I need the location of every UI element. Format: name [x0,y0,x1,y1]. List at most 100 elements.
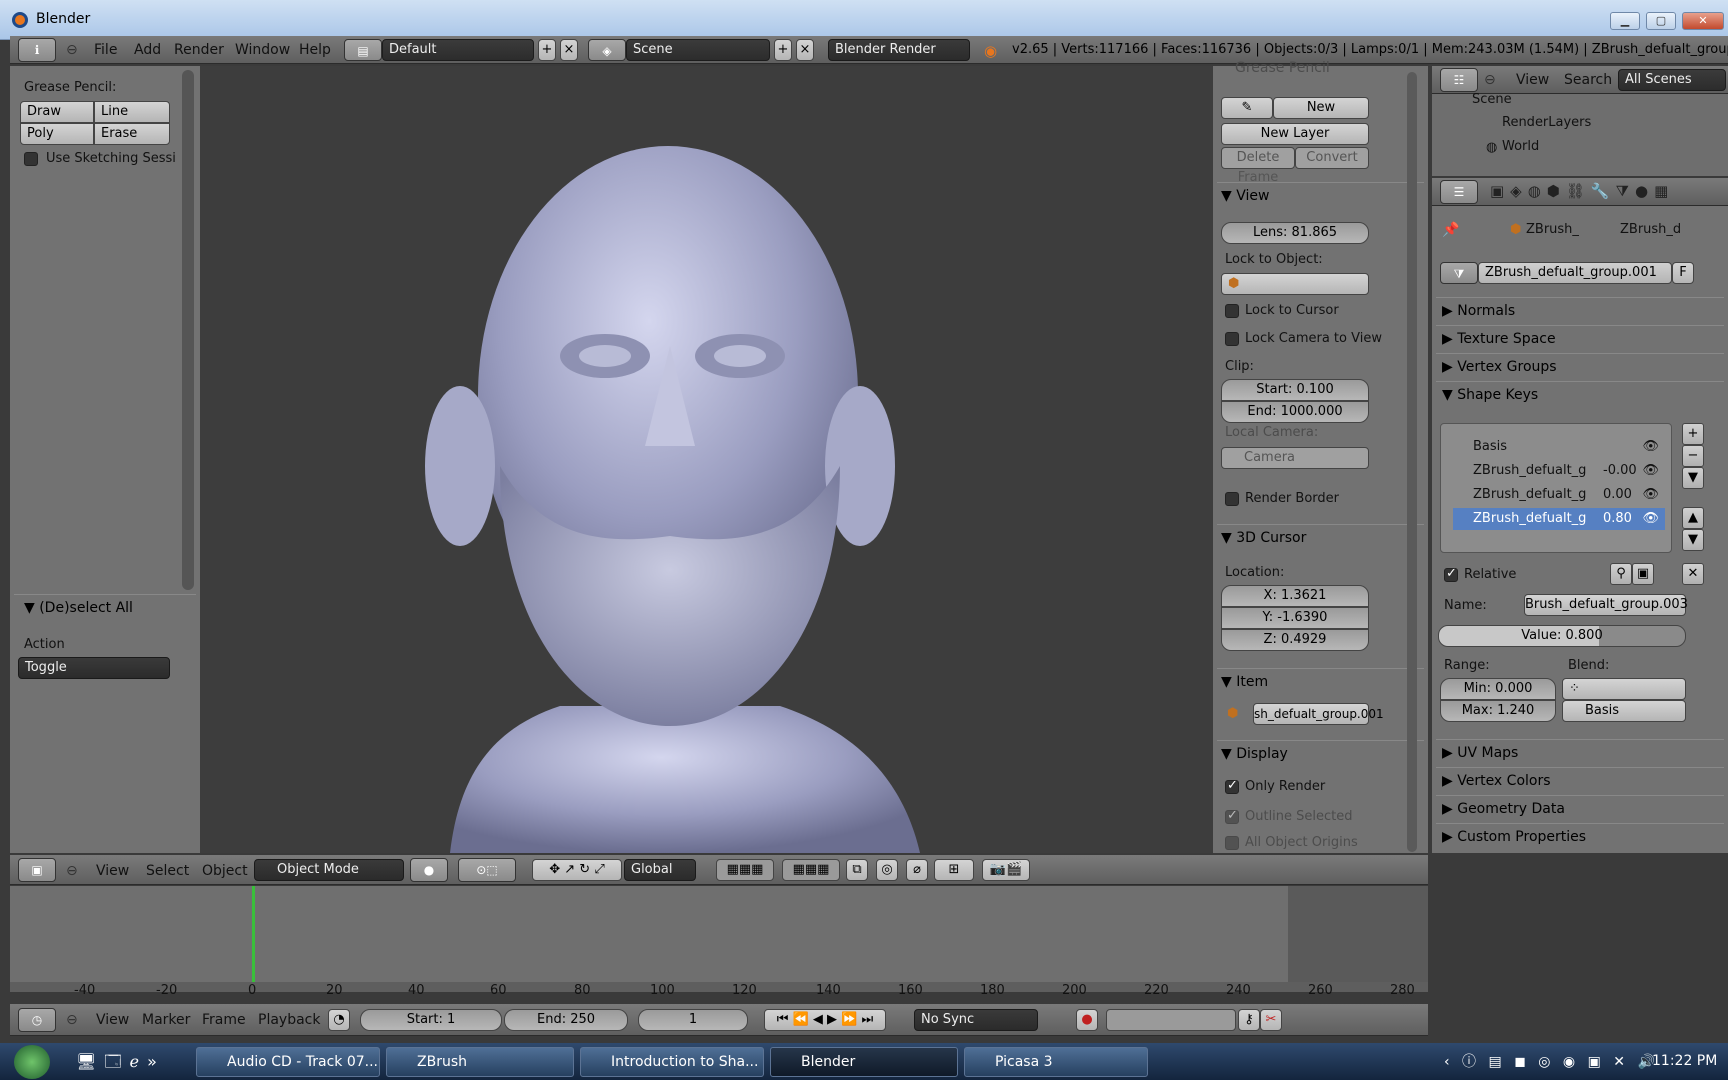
timeline-frame-menu[interactable]: Frame [202,1006,246,1034]
camera-field[interactable]: Camera [1221,447,1369,469]
breadcrumb-mesh[interactable]: ZBrush_d [1620,222,1681,237]
sketching-checkbox[interactable] [24,152,38,166]
clear-weights-icon[interactable]: ✕ [1682,563,1704,585]
current-frame-field[interactable]: 1 [638,1009,748,1031]
outline-selected-checkbox[interactable] [1225,808,1239,824]
normals-panel-header[interactable]: ▶ Normals [1436,297,1724,323]
move-up-icon[interactable]: ▲ [1682,507,1704,529]
shape-key-row[interactable]: ZBrush_defualt_g 0.00 👁 [1453,484,1665,506]
custom-properties-panel-header[interactable]: ▶ Custom Properties [1436,823,1724,849]
clip-end-field[interactable]: End: 1000.000 [1221,401,1369,423]
item-panel-header[interactable]: ▼ Item [1217,668,1424,694]
only-render-checkbox[interactable] [1225,778,1239,794]
breadcrumb-object[interactable]: ZBrush_ [1526,222,1579,237]
collapse-icon[interactable]: ⊖ [66,36,78,64]
view-panel-header[interactable]: ▼ View [1217,182,1424,208]
shape-key-row[interactable]: Basis 👁 [1453,436,1665,458]
snap-icon[interactable]: ⌀ [906,859,928,881]
deselect-all-panel-header[interactable]: ▼ (De)select All [14,594,196,620]
n-panel-scrollbar[interactable] [1407,72,1417,852]
3d-object-menu[interactable]: Object [202,857,248,885]
snap-element-icon[interactable]: ⊞ [934,859,974,881]
lock-camera-checkbox[interactable] [1225,332,1239,346]
layers-grid-2[interactable]: ▦▦▦ [782,859,840,881]
taskbar-item[interactable]: Introduction to Sha... [580,1047,764,1077]
manipulator-icons[interactable]: ✥ ↗ ↻ ⤢ [532,859,622,881]
shading-icon[interactable]: ● [410,858,448,882]
proportional-icon[interactable]: ◎ [876,859,898,881]
scene-icon[interactable]: ◈ [588,39,626,61]
erase-button[interactable]: Erase [94,123,170,145]
render-engine-select[interactable]: Blender Render [828,39,970,61]
delete-key-icon[interactable]: ✂ [1260,1009,1282,1031]
orientation-select[interactable]: Global [624,859,696,881]
properties-editor-icon[interactable]: ☰ [1440,180,1478,204]
editor-type-icon[interactable]: ℹ [18,38,56,62]
eye-icon[interactable]: 👁 [1642,460,1659,482]
remove-scene-icon[interactable]: × [796,39,814,61]
add-shape-key-icon[interactable]: + [1682,423,1704,445]
3d-collapse-icon[interactable]: ⊖ [66,857,78,885]
convert-button[interactable]: Convert [1295,147,1369,169]
draw-button[interactable]: Draw [20,101,94,123]
taskbar-item[interactable]: Picasa 3 [964,1047,1148,1077]
blend-vgroup-field[interactable]: ⁘ [1562,678,1686,700]
insert-key-icon[interactable]: ⚷ [1238,1009,1260,1031]
pivot-icon[interactable]: ⊙⬚ [458,858,516,882]
layout-field[interactable]: Default [382,39,534,61]
item-name-field[interactable]: sh_defualt_group.001 [1253,703,1384,725]
move-down-icon[interactable]: ▼ [1682,529,1704,551]
properties-context-icons[interactable]: ▣◈◍⬢⛓🔧⧩●▦ [1490,182,1674,200]
playback-controls[interactable]: ⏮ ⏪ ◀ ▶ ⏩ ⏭ [764,1009,886,1031]
uv-maps-panel-header[interactable]: ▶ UV Maps [1436,739,1724,765]
fake-user-button[interactable]: F [1672,262,1694,284]
render-preview-icons[interactable]: 📷🎬 [982,859,1030,881]
timeline-marker-menu[interactable]: Marker [142,1006,190,1034]
minimize-button[interactable]: ▁ [1610,12,1640,30]
timeline-collapse-icon[interactable]: ⊖ [66,1006,78,1034]
preview-range-icon[interactable]: ◔ [328,1009,350,1031]
outliner-search-menu[interactable]: Search [1564,66,1612,94]
eye-icon[interactable]: 👁 [1642,508,1659,530]
sync-select[interactable]: No Sync [914,1009,1038,1031]
layout-icon[interactable]: ▤ [344,39,382,61]
geometry-data-panel-header[interactable]: ▶ Geometry Data [1436,795,1724,821]
3d-view-menu[interactable]: View [96,857,129,885]
eye-icon[interactable]: 👁 [1642,436,1659,458]
shape-keys-panel-header[interactable]: ▼ Shape Keys [1436,381,1724,407]
tray-icons[interactable]: ‹ ⓘ ▤ ◼ ◎ ◉ ▣ ✕ 🔊 [1444,1051,1659,1071]
lens-field[interactable]: Lens: 81.865 [1221,222,1369,244]
texture-space-panel-header[interactable]: ▶ Texture Space [1436,325,1724,351]
blend-relative-field[interactable]: Basis [1562,700,1686,722]
taskbar-item-active[interactable]: Blender [770,1047,958,1077]
delete-frame-button[interactable]: Delete Frame [1221,147,1295,185]
taskbar-item[interactable]: Audio CD - Track 07... [196,1047,380,1077]
menu-window[interactable]: Window [235,36,290,64]
3d-select-menu[interactable]: Select [146,857,189,885]
outliner-collapse-icon[interactable]: ⊖ [1484,66,1496,94]
pin-shape-icon[interactable]: ⚲ [1610,563,1632,585]
eye-icon[interactable]: 👁 [1642,484,1659,506]
3d-editor-type-icon[interactable]: ▣ [18,858,56,882]
remove-layout-icon[interactable]: × [560,39,578,61]
outliner-scene[interactable]: Scene [1472,92,1512,107]
timeline-view-menu[interactable]: View [96,1006,129,1034]
maximize-button[interactable]: ▢ [1646,12,1676,30]
end-frame-field[interactable]: End: 250 [504,1009,628,1031]
shape-key-row-selected[interactable]: ZBrush_defualt_g 0.80 👁 [1453,508,1665,530]
vertex-colors-panel-header[interactable]: ▶ Vertex Colors [1436,767,1724,793]
timeline[interactable]: -40 -20 0 20 40 60 80 100 120 140 160 18… [10,886,1428,998]
timeline-editor-icon[interactable]: ◷ [18,1008,56,1032]
range-max-field[interactable]: Max: 1.240 [1440,700,1556,722]
shape-key-menu-icon[interactable]: ▼ [1682,467,1704,489]
shape-key-name-field[interactable]: Brush_defualt_group.003 [1524,594,1688,616]
poly-button[interactable]: Poly [20,123,94,145]
menu-help[interactable]: Help [299,36,331,64]
cursor-z-field[interactable]: Z: 0.4929 [1221,629,1369,651]
lock-layers-icon[interactable]: ⧉ [846,859,868,881]
layers-grid-1[interactable]: ▦▦▦ [716,859,774,881]
timeline-playback-menu[interactable]: Playback [258,1006,320,1034]
lock-object-field[interactable]: ⬢ [1221,273,1369,295]
relative-checkbox[interactable] [1444,566,1458,582]
start-button[interactable] [14,1045,50,1079]
